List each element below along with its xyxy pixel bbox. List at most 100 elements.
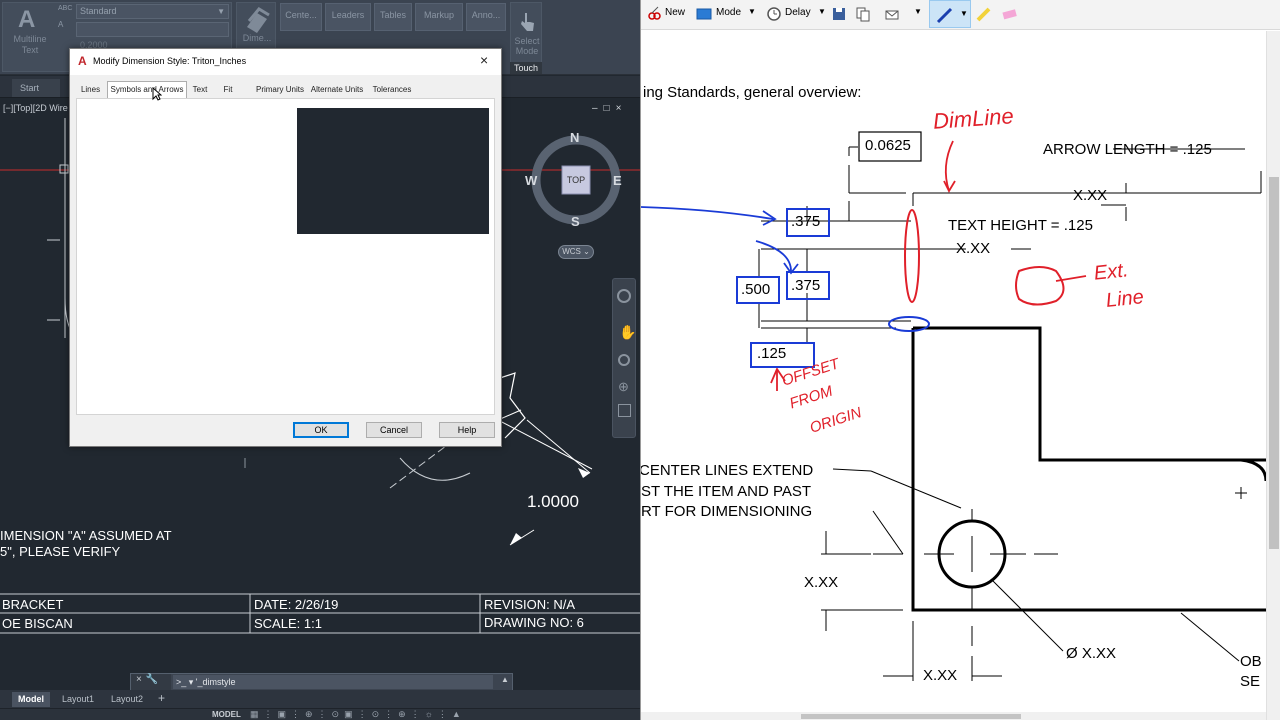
steering-wheel-icon[interactable]	[617, 289, 631, 303]
note-line-2: 5", PLEASE VERIFY	[0, 544, 121, 559]
multiline-text-icon[interactable]: A	[18, 6, 42, 33]
orbit-icon[interactable]: ⊕	[618, 379, 629, 395]
save-icon[interactable]	[831, 6, 847, 22]
highlighter-icon[interactable]	[976, 6, 992, 22]
dimension-label: Dime...	[242, 33, 272, 43]
text-style-dropdown[interactable]: Standard ▼	[76, 4, 229, 19]
mouse-cursor-icon	[152, 87, 162, 101]
titleblock-part: BRACKET	[2, 597, 64, 612]
tab-text[interactable]: Text	[190, 82, 210, 98]
command-line-controls[interactable]: ×🔧	[131, 674, 171, 690]
pen-tool-button[interactable]: ▼	[929, 0, 971, 28]
dim-0625-label: 0.0625	[865, 137, 911, 154]
titleblock-scale: SCALE: 1:1	[254, 616, 322, 631]
layout-tab-layout1[interactable]: Layout1	[56, 692, 100, 707]
snipping-toolbar: New Mode ▼ Delay ▼ ▼ ▼	[641, 0, 1280, 30]
eraser-icon[interactable]	[1001, 6, 1017, 22]
zoom-icon[interactable]	[618, 354, 630, 366]
engineering-drawing	[641, 131, 1266, 681]
new-snip-icon[interactable]	[646, 6, 662, 22]
navigation-bar[interactable]: ✋ ⊕	[612, 278, 636, 438]
command-input[interactable]: >_ ▾ '_dimstyle	[173, 675, 493, 689]
wcs-label: WCS	[562, 247, 581, 256]
help-button[interactable]: Help	[439, 422, 495, 438]
modify-dimension-style-dialog: A Modify Dimension Style: Triton_Inches …	[69, 48, 502, 447]
status-bar-icons[interactable]: ▦⋮▣⋮⊕⋮⊙▣⋮⊙⋮⊕⋮☼⋮▲	[250, 709, 466, 720]
chevron-down-icon[interactable]: ▼	[748, 7, 756, 16]
titleblock-date: DATE: 2/26/19	[254, 597, 339, 612]
status-bar: MODEL ▦⋮▣⋮⊕⋮⊙▣⋮⊙⋮⊕⋮☼⋮▲	[0, 708, 640, 720]
tab-fit[interactable]: Fit	[220, 82, 236, 98]
chevron-down-icon[interactable]: ▼	[818, 7, 826, 16]
touch-panel-label: Touch	[510, 62, 542, 74]
autocad-logo-icon: A	[78, 54, 87, 68]
ext-line-annotation-2: Line	[1104, 286, 1145, 312]
chevron-down-icon[interactable]: ▼	[914, 7, 922, 16]
tab-tolerances[interactable]: Tolerances	[369, 82, 415, 98]
mode-button[interactable]: Mode	[716, 7, 741, 18]
model-space-toggle[interactable]: MODEL	[212, 710, 241, 719]
chevron-down-icon: ▼	[217, 7, 225, 16]
viewcube-top-face[interactable]: TOP	[565, 175, 587, 185]
center-lines-note-1: CENTER LINES EXTEND	[641, 462, 814, 479]
send-snip-icon[interactable]	[884, 6, 900, 22]
layout-tab-layout2[interactable]: Layout2	[105, 692, 149, 707]
text-height-icon[interactable]: A	[58, 20, 72, 30]
viewport-window-controls[interactable]: –□×	[592, 103, 636, 115]
dialog-tab-page	[76, 98, 495, 415]
leaders-button[interactable]: Leaders	[325, 3, 371, 31]
horizontal-scroll-thumb[interactable]	[801, 714, 1021, 719]
viewcube-south[interactable]: S	[571, 214, 580, 229]
viewcube-north[interactable]: N	[570, 130, 579, 145]
tab-symbols-and-arrows[interactable]: Symbols and Arrows	[107, 81, 187, 98]
dialog-close-button[interactable]: ×	[480, 52, 488, 68]
arrow-length-label: ARROW LENGTH = .125	[1043, 141, 1212, 158]
layout-tab-model[interactable]: Model	[12, 692, 50, 707]
close-icon[interactable]: ×	[136, 674, 146, 685]
start-tab[interactable]: Start	[12, 79, 60, 97]
tables-button[interactable]: Tables	[374, 3, 412, 31]
mode-icon[interactable]	[696, 6, 712, 22]
tab-alternate-units[interactable]: Alternate Units	[308, 82, 366, 98]
note-line-1: IMENSION "A" ASSUMED AT	[0, 528, 172, 543]
pdf-page: ing Standards, general overview: 0.0625 …	[641, 31, 1266, 720]
centerline-button[interactable]: Cente...	[280, 3, 322, 31]
vertical-scroll-thumb[interactable]	[1269, 177, 1279, 549]
new-button[interactable]: New	[665, 7, 685, 18]
delay-button[interactable]: Delay	[785, 7, 811, 18]
text-height-field[interactable]	[76, 22, 229, 37]
titleblock-drawing-number: DRAWING NO: 6	[484, 615, 584, 630]
viewcube-east[interactable]: E	[613, 173, 622, 188]
section-label: SE	[1240, 673, 1261, 690]
pan-icon[interactable]: ✋	[619, 324, 636, 341]
tab-lines[interactable]: Lines	[77, 82, 104, 98]
command-line[interactable]: ×🔧 >_ ▾ '_dimstyle ▲	[130, 673, 513, 691]
clock-icon[interactable]	[766, 6, 782, 22]
ok-button[interactable]: OK	[293, 422, 349, 438]
add-layout-icon[interactable]: +	[158, 691, 165, 705]
cancel-button[interactable]: Cancel	[366, 422, 422, 438]
screen: A Multiline Text ABC A Standard ▼ 0.2000…	[0, 0, 1280, 720]
chevron-up-icon[interactable]: ▲	[501, 675, 509, 684]
tab-primary-units[interactable]: Primary Units	[254, 82, 306, 98]
copy-icon[interactable]	[855, 6, 871, 22]
chevron-down-icon: ▼	[960, 9, 968, 18]
markup-button[interactable]: Markup	[415, 3, 463, 31]
vertical-scrollbar[interactable]	[1266, 31, 1280, 720]
showmotion-icon[interactable]	[618, 404, 631, 417]
viewport-controls-label[interactable]: [−][Top][2D Wire	[3, 103, 68, 113]
xxx-bottom-label: X.XX	[923, 667, 958, 684]
abc-icon[interactable]: ABC	[58, 5, 72, 15]
wrench-icon[interactable]: 🔧	[146, 674, 162, 685]
xxx-top-label: X.XX	[1073, 187, 1108, 204]
wcs-menu[interactable]: WCS ⌄	[558, 245, 594, 259]
command-input-text: '_dimstyle	[195, 677, 236, 687]
viewcube-west[interactable]: W	[525, 173, 537, 188]
text-height-label: TEXT HEIGHT = .125	[948, 217, 1093, 234]
annotation-button[interactable]: Anno...	[466, 3, 506, 31]
dialog-titlebar: A Modify Dimension Style: Triton_Inches …	[70, 49, 501, 75]
horizontal-scrollbar[interactable]	[641, 712, 1266, 720]
viewcube[interactable]: N S E W TOP	[525, 130, 624, 229]
center-lines-note-2: ST THE ITEM AND PAST	[641, 483, 812, 500]
dimension-value-text: 1.0000	[527, 492, 579, 511]
